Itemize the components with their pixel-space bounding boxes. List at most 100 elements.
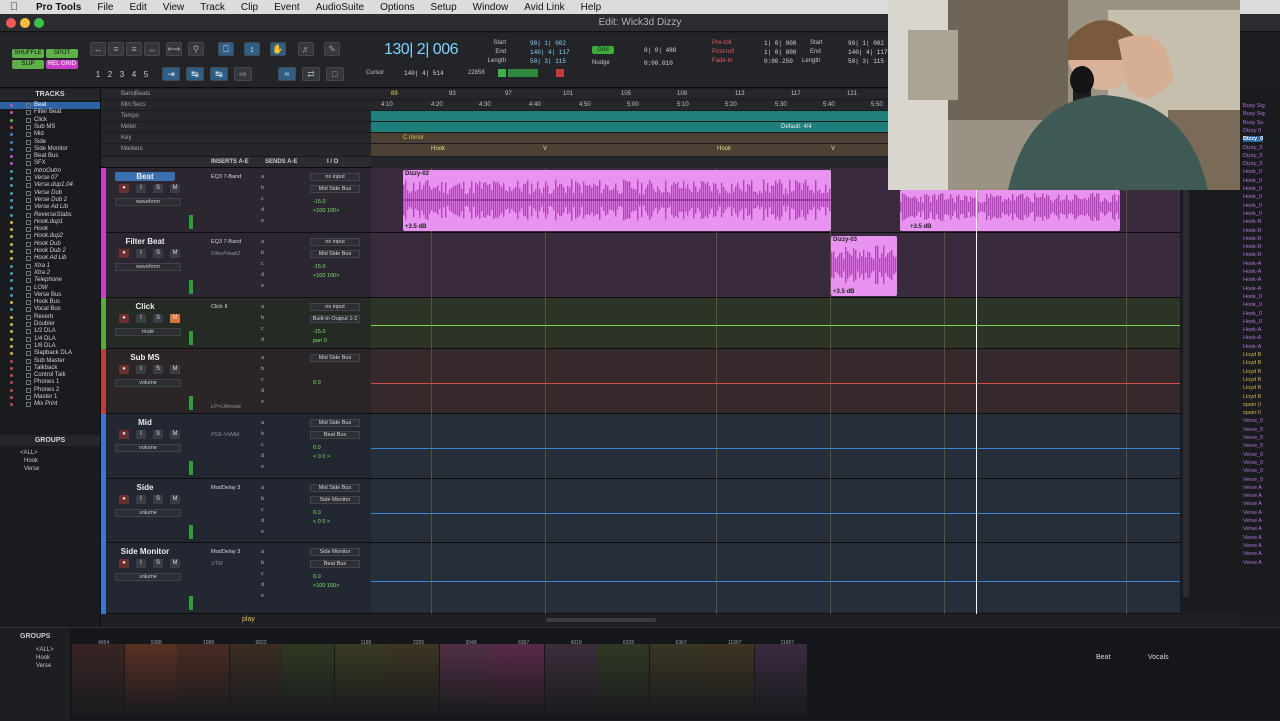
track-list-item[interactable]: Verse.dup1.04 bbox=[0, 182, 100, 189]
track-playlist-lane[interactable] bbox=[371, 414, 1180, 479]
track-header[interactable]: Side Monitor ● I S Mvolume ModDelay 3 VTM a b c d e… bbox=[101, 543, 371, 614]
volume-readout[interactable]: 0.0 bbox=[313, 380, 321, 386]
send-slot[interactable]: b bbox=[261, 250, 264, 256]
track-list-item[interactable]: Phones 2 bbox=[0, 387, 100, 394]
mixer-channel-strip[interactable]: 6367 bbox=[649, 640, 702, 714]
sel2-length-value[interactable]: 50| 3| 115 bbox=[848, 58, 884, 65]
clip-list-item[interactable]: Dizzy_0 bbox=[1243, 161, 1263, 167]
track-list-item[interactable]: Beat bbox=[0, 102, 100, 109]
bars-beats-ruler[interactable]: Bars|Beats 89 93 97 101 105 109 113 117 … bbox=[101, 89, 888, 100]
mixer-channel-strip[interactable]: 11667 bbox=[754, 640, 807, 714]
send-slot[interactable]: d bbox=[261, 388, 264, 394]
menu-audiosuite[interactable]: AudioSuite bbox=[308, 2, 372, 13]
track-view-selector[interactable]: volume bbox=[115, 573, 181, 581]
apple-icon[interactable]:  bbox=[0, 1, 28, 13]
mixer-group-verse[interactable]: Verse bbox=[36, 663, 51, 669]
track-list-item[interactable]: Vocal Bus bbox=[0, 306, 100, 313]
track-list-item[interactable]: Master 1 bbox=[0, 394, 100, 401]
clip-list-item[interactable]: Lloyd B bbox=[1243, 377, 1261, 383]
send-slot[interactable]: d bbox=[261, 453, 264, 459]
send-slot[interactable]: e bbox=[261, 399, 264, 405]
insert-plugin-slot[interactable]: EQ3 7-Band bbox=[211, 174, 241, 180]
sel-start-value[interactable]: 90| 1| 002 bbox=[530, 40, 566, 47]
track-name[interactable]: Click bbox=[115, 302, 175, 311]
trim-tool-icon[interactable]: ⎕ bbox=[218, 42, 234, 56]
track-list-item[interactable]: Beat Bus bbox=[0, 153, 100, 160]
vertical-scrollbar[interactable] bbox=[1183, 177, 1189, 597]
mute-button[interactable]: M bbox=[170, 430, 180, 439]
track-header[interactable]: Filter Beat ● I S Mwaveform EQ3 7-Band FilterF… bbox=[101, 233, 371, 298]
clip-gain[interactable]: +3.5 dB bbox=[833, 289, 855, 295]
send-slot[interactable]: e bbox=[261, 464, 264, 470]
tab-to-transient-icon[interactable]: ⇥ bbox=[162, 67, 180, 81]
send-slot[interactable]: c bbox=[261, 196, 264, 202]
solo-button[interactable]: S bbox=[153, 365, 163, 374]
send-slot[interactable]: e bbox=[261, 593, 264, 599]
menu-view[interactable]: View bbox=[155, 2, 193, 13]
volume-readout[interactable]: -15.0 bbox=[313, 264, 326, 270]
clip-list-item[interactable]: Busy Su bbox=[1243, 120, 1263, 126]
clip-list-item[interactable]: Verse_0 bbox=[1243, 418, 1263, 424]
track-list-item[interactable]: LOW bbox=[0, 285, 100, 292]
clip-list-item[interactable]: Hook_0 bbox=[1243, 203, 1262, 209]
send-slot[interactable]: c bbox=[261, 261, 264, 267]
track-list-item[interactable]: SFX bbox=[0, 160, 100, 167]
postroll-value[interactable]: 1| 0| 000 bbox=[764, 49, 796, 56]
audio-zoom-icon[interactable]: ≡ bbox=[108, 42, 124, 56]
track-playlist-lane[interactable] bbox=[371, 233, 1180, 298]
sends-column-header[interactable]: SENDS A-E bbox=[265, 159, 297, 165]
sel-length-value[interactable]: 50| 3| 115 bbox=[530, 58, 566, 65]
input-selector[interactable]: no input bbox=[310, 173, 360, 181]
clip-list-item[interactable]: Hook-A bbox=[1243, 277, 1261, 283]
zoom-toggle-icon[interactable]: ⟷ bbox=[166, 42, 182, 56]
postroll-label[interactable]: Post-roll bbox=[712, 49, 734, 55]
sel2-end-value[interactable]: 140| 4| 117 bbox=[848, 49, 888, 56]
sel-end-value[interactable]: 140| 4| 117 bbox=[530, 49, 570, 56]
track-list-item[interactable]: ReverseStabs bbox=[0, 212, 100, 219]
track-view-selector[interactable]: mute bbox=[115, 328, 181, 336]
send-slot[interactable]: b bbox=[261, 185, 264, 191]
solo-button[interactable]: S bbox=[153, 430, 163, 439]
automation-line[interactable] bbox=[371, 383, 1180, 384]
scrubber-tool-icon[interactable]: ♬ bbox=[298, 42, 314, 56]
input-monitor-button[interactable]: I bbox=[136, 495, 146, 504]
mute-button[interactable]: M bbox=[170, 365, 180, 374]
clip-list-item[interactable]: Verse A bbox=[1243, 501, 1262, 507]
input-selector[interactable]: no input bbox=[310, 238, 360, 246]
track-list-item[interactable]: Doubler bbox=[0, 321, 100, 328]
clip-list-item[interactable]: Hook_0 bbox=[1243, 311, 1262, 317]
track-name[interactable]: Side Monitor bbox=[115, 547, 175, 556]
tracks-panel-title[interactable]: TRACKS bbox=[0, 89, 100, 100]
clip-list-item[interactable]: Verse A bbox=[1243, 518, 1262, 524]
clip-list-item[interactable]: Hook_0 bbox=[1243, 319, 1262, 325]
clip-list-item[interactable]: Verse A bbox=[1243, 543, 1262, 549]
solo-button[interactable]: S bbox=[153, 559, 163, 568]
insert-plugin-slot[interactable]: VTM bbox=[211, 561, 223, 567]
track-list-item[interactable]: Xtra 1 bbox=[0, 263, 100, 270]
menu-event[interactable]: Event bbox=[266, 2, 308, 13]
send-slot[interactable]: e bbox=[261, 529, 264, 535]
track-list-item[interactable]: Side Monitor bbox=[0, 146, 100, 153]
clip-list-item[interactable]: Verse_0 bbox=[1243, 468, 1263, 474]
mixer-channel-strip[interactable]: 11667 bbox=[702, 640, 754, 714]
menu-window[interactable]: Window bbox=[465, 2, 517, 13]
track-list-item[interactable]: Control Talk bbox=[0, 372, 100, 379]
clip-list-item[interactable]: Verse_0 bbox=[1243, 427, 1263, 433]
input-monitor-button[interactable]: I bbox=[136, 365, 146, 374]
clip-list-item[interactable]: Verse A bbox=[1243, 560, 1262, 566]
clip-gain[interactable]: +3.5 dB bbox=[910, 224, 932, 230]
record-enable-button[interactable]: ● bbox=[119, 249, 129, 258]
solo-button[interactable]: S bbox=[153, 249, 163, 258]
mixer-group-hook[interactable]: Hook bbox=[36, 655, 50, 661]
mixer-channel-strip[interactable]: 1088 bbox=[177, 640, 229, 714]
track-header[interactable]: Mid ● I S Mvolume PSE-VxMid a b c d e Mid Side Bus B… bbox=[101, 414, 371, 479]
track-view-selector[interactable]: volume bbox=[115, 509, 181, 517]
clip-list-item[interactable]: Dizzy_0 bbox=[1243, 136, 1264, 143]
track-list-item[interactable]: Verse Bus bbox=[0, 292, 100, 299]
clip-list-item[interactable]: Verse A bbox=[1243, 485, 1262, 491]
clip-list-item[interactable]: Hook-A bbox=[1243, 344, 1261, 350]
fadein-label[interactable]: Fade-in bbox=[712, 58, 732, 64]
send-slot[interactable]: b bbox=[261, 315, 264, 321]
track-name[interactable]: Mid bbox=[115, 418, 175, 427]
min-secs-ruler[interactable]: Min:Secs 4:10 4:20 4:30 4:40 4:50 5:00 5… bbox=[101, 100, 888, 111]
